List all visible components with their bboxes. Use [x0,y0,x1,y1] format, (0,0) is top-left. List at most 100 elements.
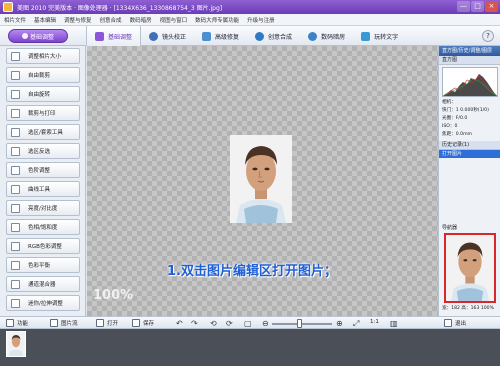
save-button[interactable]: 保存 [132,319,154,327]
tab-label: 创意合成 [268,33,293,41]
tool-brightness-button[interactable]: 亮度/对比度 [6,200,80,216]
menu-file[interactable]: 相片文件 [4,16,26,24]
tab-basic[interactable]: 基础调整 [86,26,142,46]
thumbnail[interactable] [6,331,26,357]
tool-channel-mixer-button[interactable]: 通道混合器 [6,276,80,292]
navigator-image [446,235,494,301]
tab-repair[interactable]: 高级修复 [194,26,247,46]
menu-master[interactable]: 数码大师专属功能 [195,16,239,24]
zoom-in-icon[interactable]: ⊕ [336,319,343,328]
tool-label: 迷你/拉伸调整 [28,301,63,307]
navigator-preview[interactable] [444,233,496,303]
crop-icon [11,70,20,80]
zoom-out-icon[interactable]: ⊖ [262,319,269,328]
minimize-button[interactable]: — [457,1,470,12]
tab-label: 基础调整 [108,33,133,41]
exit-button[interactable]: 退出 [444,319,466,327]
basic-adjust-button[interactable]: 基础调整 [8,29,68,43]
tool-rgb-button[interactable]: RGB色彩调整 [6,238,80,254]
histogram-title: 直方图 [439,56,500,65]
window-controls: — □ × [457,1,498,12]
tool-label: 通道混合器 [28,282,56,288]
lasso-icon [11,127,20,137]
balance-icon [11,260,20,270]
exit-label: 退出 [455,321,467,327]
tool-resize-button[interactable]: 调整相片大小 [6,48,80,64]
print-icon [11,108,20,118]
person-icon [255,31,265,41]
info-panel: 直方图/历史/调整/图层 直方图 相机： 快门：1 0.000秒(1/0) 光圈… [438,46,500,316]
open-button[interactable]: 打开 [96,319,118,327]
tool-lasso-button[interactable]: 选区/套索工具 [6,124,80,140]
tool-label: 曲线工具 [28,187,51,193]
fit-window-icon[interactable]: ⤢ [353,319,359,328]
tool-hue-button[interactable]: 色相/饱和度 [6,219,80,235]
exif-focal: 焦距：0.0mm [442,132,473,137]
resize-icon [11,51,20,61]
navigator-zoom: 宽：182 高：163 100% [442,306,494,311]
history-item[interactable]: 打开图片 [439,150,500,158]
stretch-icon [11,298,20,308]
func-label: 功能 [17,321,29,327]
filmstrip-button[interactable]: 图片流 [50,319,78,327]
portrait-image [230,135,292,223]
exif-camera: 相机： [442,100,456,105]
sliders-icon [95,31,104,41]
close-button[interactable]: × [485,1,498,12]
tab-lens[interactable]: 镜头校正 [141,26,194,46]
tab-compose[interactable]: 创意合成 [247,26,300,46]
fit-screen-icon[interactable]: ▢ [244,319,252,328]
compare-icon[interactable]: ▥ [390,319,398,328]
open-icon [96,319,104,327]
tool-stretch-button[interactable]: 迷你/拉伸调整 [6,295,80,311]
rotate-left-icon[interactable]: ⟲ [210,319,217,328]
tab-label: 玩转文字 [374,33,399,41]
zoom-slider-handle[interactable] [297,319,302,328]
help-button[interactable]: ? [482,30,494,42]
thumbnail-image [7,332,25,356]
menu-bar: 相片文件 基本编辑 调整与修复 创意合成 数码暗房 视图与窗口 数码大师专属功能… [0,14,500,26]
text-icon [361,31,371,41]
panel-header[interactable]: 直方图/历史/调整/图层 [439,46,500,56]
menu-view[interactable]: 视图与窗口 [160,16,188,24]
menu-edit[interactable]: 基本编辑 [34,16,56,24]
tool-label: 调整相片大小 [28,54,62,60]
tool-crop-button[interactable]: 自由裁剪 [6,67,80,83]
tab-text[interactable]: 玩转文字 [353,26,406,46]
aperture-icon [308,31,318,41]
menu-creative[interactable]: 创意合成 [100,16,122,24]
magic-wand-icon [202,31,212,41]
histogram-chart [442,67,498,97]
menu-upgrade[interactable]: 升级与注册 [247,16,275,24]
grid-icon [6,319,14,327]
tool-levels-button[interactable]: 色阶调整 [6,162,80,178]
zoom-slider[interactable] [272,323,332,325]
instruction-caption: 1.双击图片编辑区打开图片； [167,264,337,279]
redo-icon[interactable]: ↷ [191,319,198,328]
undo-icon[interactable]: ↶ [176,319,183,328]
tool-print-button[interactable]: 裁剪与打印 [6,105,80,121]
open-label: 打开 [107,321,119,327]
tab-darkroom[interactable]: 数码暗房 [300,26,353,46]
tool-curves-button[interactable]: 曲线工具 [6,181,80,197]
actual-size-button[interactable]: 1:1 [370,319,379,325]
tool-label: 色相/饱和度 [28,225,58,231]
history-list: 历史记录(1) 打开图片 [439,141,500,158]
title-bar: 美图 2010 完美版本 · 图像处理器 · [1334X636_1330868… [0,0,500,14]
tool-rotate-button[interactable]: 自由旋转 [6,86,80,102]
tool-color-balance-button[interactable]: 色彩平衡 [6,257,80,273]
tool-label: 裁剪与打印 [28,111,56,117]
exit-icon [444,319,452,327]
maximize-button[interactable]: □ [471,1,484,12]
navigator-title: 导航器 [442,225,458,231]
menu-adjust[interactable]: 调整与修复 [64,16,92,24]
func-button[interactable]: 功能 [6,319,28,327]
curves-icon [11,184,20,194]
rotate-icon [11,89,20,99]
tool-invert-selection-button[interactable]: 选区反选 [6,143,80,159]
portrait-photo[interactable] [230,135,292,223]
save-label: 保存 [143,321,155,327]
image-canvas[interactable]: 1.双击图片编辑区打开图片； 100% [87,46,438,316]
menu-darkroom[interactable]: 数码暗房 [130,16,152,24]
rotate-right-icon[interactable]: ⟳ [226,319,233,328]
